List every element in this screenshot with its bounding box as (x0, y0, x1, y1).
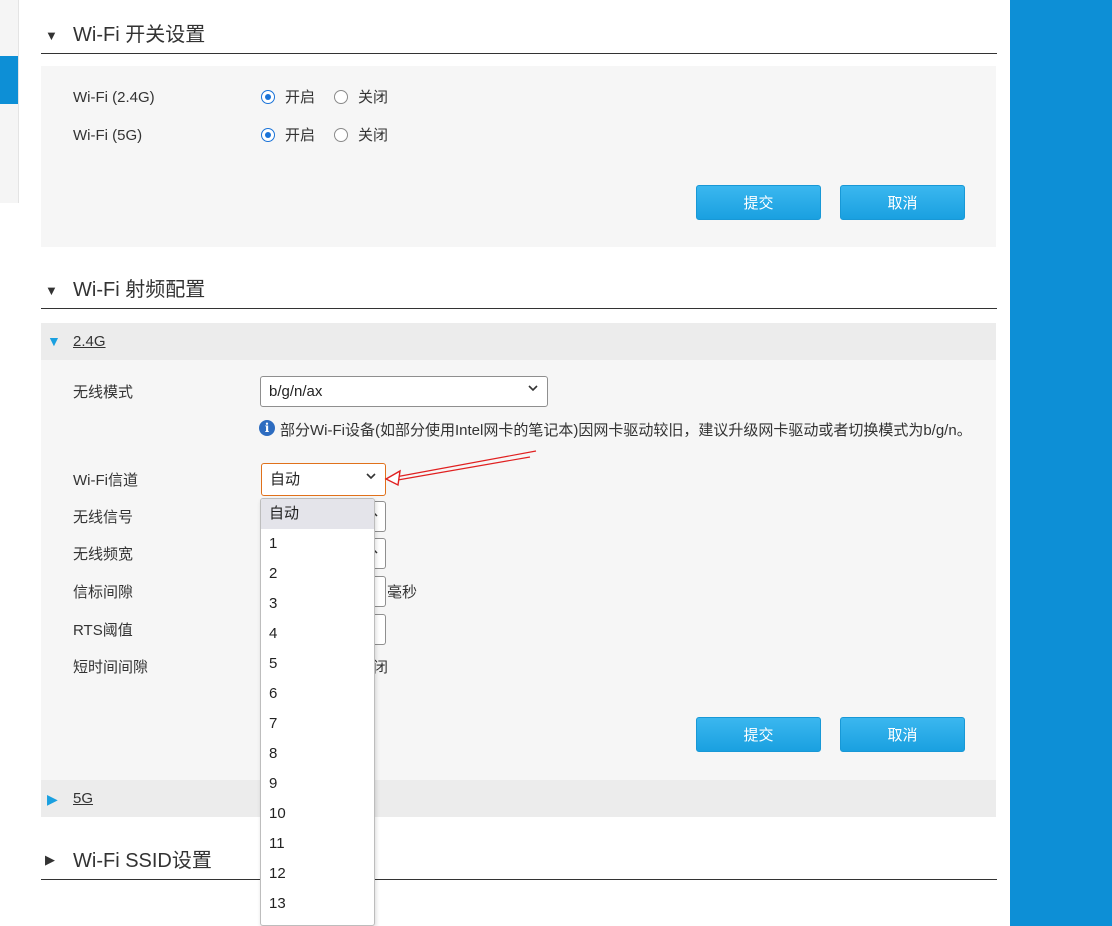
dropdown-option[interactable]: 5 (261, 649, 374, 679)
wifi-5g-on-radio[interactable] (261, 128, 275, 142)
dropdown-option[interactable]: 6 (261, 679, 374, 709)
dropdown-option[interactable]: 11 (261, 829, 374, 859)
dropdown-option[interactable]: 3 (261, 589, 374, 619)
wifi-channel-label: Wi-Fi信道 (73, 472, 138, 489)
expand-triangle-icon: ▼ (47, 333, 61, 349)
wireless-signal-label: 无线信号 (73, 509, 134, 526)
info-icon: i (259, 420, 275, 436)
collapse-triangle-icon: ▼ (45, 28, 58, 43)
band-24g-link[interactable]: 2.4G (73, 333, 106, 351)
wifi-5g-label: Wi-Fi (5G) (73, 127, 143, 144)
wireless-signal-select[interactable] (372, 501, 386, 532)
chevron-down-icon (365, 470, 377, 485)
ssid-section-header[interactable]: ▶ Wi-Fi SSID设置 (41, 843, 997, 880)
dropdown-option[interactable]: 2 (261, 559, 374, 589)
wifi-24g-on-label[interactable]: 开启 (285, 89, 315, 107)
dropdown-option[interactable]: 4 (261, 619, 374, 649)
wifi-channel-value: 自动 (270, 471, 301, 488)
wifi-24g-on-radio[interactable] (261, 90, 275, 104)
left-sidebar-active-item[interactable] (0, 56, 18, 104)
ssid-section-title: Wi-Fi SSID设置 (73, 850, 212, 872)
annotation-arrow-icon (384, 450, 537, 487)
dropdown-option[interactable]: 9 (261, 769, 374, 799)
collapse-triangle-icon: ▼ (45, 283, 58, 298)
expand-triangle-icon: ▶ (45, 852, 55, 867)
wifi-5g-off-radio[interactable] (334, 128, 348, 142)
switch-section-title: Wi-Fi 开关设置 (73, 24, 206, 46)
dropdown-option[interactable]: 1 (261, 529, 374, 559)
wireless-bandwidth-select[interactable] (372, 538, 386, 569)
switch-cancel-button[interactable]: 取消 (840, 185, 965, 220)
switch-submit-button[interactable]: 提交 (696, 185, 821, 220)
dropdown-option[interactable]: 自动 (261, 499, 374, 529)
dropdown-option[interactable]: 10 (261, 799, 374, 829)
band-5g-header[interactable]: ▶ 5G (41, 780, 996, 817)
rf-section-title: Wi-Fi 射频配置 (73, 279, 206, 301)
beacon-unit-label: 毫秒 (387, 584, 418, 601)
wireless-mode-value: b/g/n/ax (269, 383, 323, 400)
rf-cancel-button[interactable]: 取消 (840, 717, 965, 752)
wifi-24g-label: Wi-Fi (2.4G) (73, 89, 155, 106)
dropdown-option[interactable]: 12 (261, 859, 374, 889)
dropdown-option[interactable]: 13 (261, 889, 374, 919)
channel-dropdown-list[interactable]: 自动 1 2 3 4 5 6 7 8 9 10 11 12 13 (260, 498, 375, 926)
beacon-interval-label: 信标间隙 (73, 584, 134, 601)
wireless-mode-label: 无线模式 (73, 384, 134, 401)
rf-submit-button[interactable]: 提交 (696, 717, 821, 752)
right-accent-bar (1010, 0, 1112, 926)
band-5g-link[interactable]: 5G (73, 790, 93, 808)
dropdown-option[interactable]: 8 (261, 739, 374, 769)
wireless-mode-select[interactable]: b/g/n/ax (260, 376, 548, 407)
wifi-5g-off-label[interactable]: 关闭 (358, 127, 388, 145)
rf-section-header[interactable]: ▼ Wi-Fi 射频配置 (41, 272, 997, 309)
dropdown-option[interactable]: 7 (261, 709, 374, 739)
wireless-mode-note: 部分Wi-Fi设备(如部分使用Intel网卡的笔记本)因网卡驱动较旧，建议升级网… (280, 422, 972, 439)
wireless-bandwidth-label: 无线频宽 (73, 546, 134, 563)
switch-section-header[interactable]: ▼ Wi-Fi 开关设置 (41, 17, 997, 54)
beacon-interval-input[interactable] (374, 576, 386, 607)
wifi-5g-on-label[interactable]: 开启 (285, 127, 315, 145)
wifi-channel-select[interactable]: 自动 (261, 463, 386, 496)
expand-triangle-icon: ▶ (47, 791, 58, 807)
wifi-24g-off-radio[interactable] (334, 90, 348, 104)
chevron-down-icon (527, 382, 539, 397)
wifi-24g-off-label[interactable]: 关闭 (358, 89, 388, 107)
band-24g-header[interactable]: ▼ 2.4G (41, 323, 996, 360)
rts-threshold-label: RTS阈值 (73, 622, 133, 639)
rts-threshold-input[interactable] (374, 614, 386, 645)
short-gi-label: 短时间间隙 (73, 659, 149, 676)
